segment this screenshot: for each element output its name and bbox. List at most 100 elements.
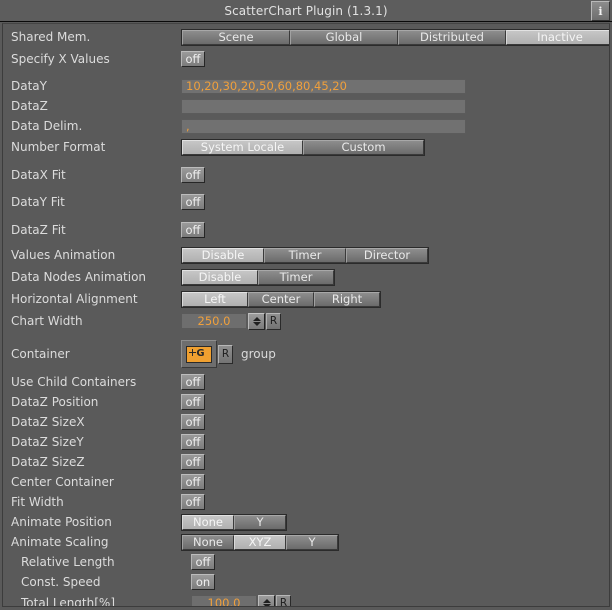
animate-position-segmented[interactable]: None Y <box>181 513 287 531</box>
data-z-sizey-toggle[interactable]: off <box>181 434 205 450</box>
total-length-stepper[interactable] <box>258 594 275 606</box>
data-nodes-animation-option-disable[interactable]: Disable <box>182 269 258 285</box>
row-const-speed: Const. Speed on <box>3 572 609 592</box>
animate-scaling-option-xyz[interactable]: XYZ <box>234 534 286 550</box>
row-number-format: Number Format System Locale Custom <box>3 136 609 158</box>
row-relative-length: Relative Length off <box>3 552 609 572</box>
chart-width-input[interactable]: 250.0 <box>181 313 247 329</box>
row-container: Container G R group <box>3 336 609 372</box>
data-z-input[interactable] <box>181 98 466 114</box>
label-data-y: DataY <box>11 79 47 93</box>
label-chart-width: Chart Width <box>11 314 83 328</box>
container-object-name: group <box>241 347 276 361</box>
const-speed-toggle[interactable]: on <box>191 574 215 590</box>
shared-mem-segmented[interactable]: Scene Global Distributed Inactive <box>181 28 609 46</box>
chevron-down-icon <box>252 321 261 326</box>
data-y-input[interactable]: 10,20,30,20,50,60,80,45,20 <box>181 78 466 94</box>
label-data-z-sizez: DataZ SizeZ <box>11 455 85 469</box>
row-total-length: Total Length[%] 100.0 R <box>3 592 609 606</box>
data-nodes-animation-option-timer[interactable]: Timer <box>258 269 334 285</box>
label-fit-width: Fit Width <box>11 495 64 509</box>
horizontal-alignment-option-right[interactable]: Right <box>314 291 380 307</box>
info-icon[interactable]: i <box>591 1 610 21</box>
animate-position-option-none[interactable]: None <box>182 514 234 530</box>
shared-mem-option-inactive[interactable]: Inactive <box>506 29 609 45</box>
label-container: Container <box>11 347 70 361</box>
animate-scaling-option-none[interactable]: None <box>182 534 234 550</box>
label-data-z-sizey: DataZ SizeY <box>11 435 84 449</box>
chart-width-stepper[interactable] <box>248 312 265 330</box>
row-data-z-sizex: DataZ SizeX off <box>3 412 609 432</box>
chevron-up-icon <box>262 598 271 603</box>
specify-x-values-toggle[interactable]: off <box>181 51 205 67</box>
container-reset-button[interactable]: R <box>218 344 233 364</box>
label-data-delim: Data Delim. <box>11 119 83 133</box>
chevron-up-icon <box>252 316 261 321</box>
row-data-z-position: DataZ Position off <box>3 392 609 412</box>
horizontal-alignment-option-center[interactable]: Center <box>248 291 314 307</box>
chevron-down-icon <box>262 603 271 606</box>
row-data-y-fit: DataY Fit off <box>3 188 609 216</box>
fit-width-toggle[interactable]: off <box>181 494 205 510</box>
horizontal-alignment-segmented[interactable]: Left Center Right <box>181 290 381 308</box>
chart-width-reset-button[interactable]: R <box>266 312 281 330</box>
values-animation-option-disable[interactable]: Disable <box>182 247 264 263</box>
label-relative-length: Relative Length <box>21 555 115 569</box>
label-data-z-sizex: DataZ SizeX <box>11 415 85 429</box>
container-link-field[interactable]: G R group <box>181 340 276 368</box>
group-object-icon: G <box>186 345 212 363</box>
horizontal-alignment-option-left[interactable]: Left <box>182 291 248 307</box>
number-format-option-system-locale[interactable]: System Locale <box>182 139 303 155</box>
shared-mem-option-distributed[interactable]: Distributed <box>398 29 506 45</box>
values-animation-option-director[interactable]: Director <box>346 247 428 263</box>
animate-scaling-option-y[interactable]: Y <box>286 534 338 550</box>
data-y-fit-toggle[interactable]: off <box>181 194 205 210</box>
row-data-nodes-animation: Data Nodes Animation Disable Timer <box>3 266 609 288</box>
plus-icon <box>189 348 196 356</box>
row-specify-x-values: Specify X Values off <box>3 48 609 70</box>
animate-scaling-segmented[interactable]: None XYZ Y <box>181 533 339 551</box>
row-data-z: DataZ <box>3 96 609 116</box>
row-data-z-fit: DataZ Fit off <box>3 216 609 244</box>
animate-position-option-y[interactable]: Y <box>234 514 286 530</box>
label-data-nodes-animation: Data Nodes Animation <box>11 270 147 284</box>
data-z-sizez-toggle[interactable]: off <box>181 454 205 470</box>
data-z-position-toggle[interactable]: off <box>181 394 205 410</box>
row-shared-mem: Shared Mem. Scene Global Distributed Ina… <box>3 26 609 48</box>
row-values-animation: Values Animation Disable Timer Director <box>3 244 609 266</box>
use-child-containers-toggle[interactable]: off <box>181 374 205 390</box>
row-animate-scaling: Animate Scaling None XYZ Y <box>3 532 609 552</box>
row-horizontal-alignment: Horizontal Alignment Left Center Right <box>3 288 609 310</box>
number-format-segmented[interactable]: System Locale Custom <box>181 138 425 156</box>
data-z-fit-toggle[interactable]: off <box>181 222 205 238</box>
label-specify-x-values: Specify X Values <box>11 52 110 66</box>
label-center-container: Center Container <box>11 475 114 489</box>
row-center-container: Center Container off <box>3 472 609 492</box>
data-x-fit-toggle[interactable]: off <box>181 167 205 183</box>
row-animate-position: Animate Position None Y <box>3 512 609 532</box>
shared-mem-option-scene[interactable]: Scene <box>182 29 290 45</box>
data-nodes-animation-segmented[interactable]: Disable Timer <box>181 268 335 286</box>
data-delim-input[interactable]: , <box>181 118 466 134</box>
row-data-z-sizez: DataZ SizeZ off <box>3 452 609 472</box>
label-use-child-containers: Use Child Containers <box>11 375 137 389</box>
total-length-input[interactable]: 100.0 <box>191 595 257 606</box>
total-length-reset-button[interactable]: R <box>276 594 291 606</box>
container-object-slot[interactable]: G <box>181 340 217 368</box>
shared-mem-option-global[interactable]: Global <box>290 29 398 45</box>
relative-length-toggle[interactable]: off <box>191 554 215 570</box>
group-icon-letter: G <box>196 348 205 359</box>
label-values-animation: Values Animation <box>11 248 116 262</box>
label-data-z-fit: DataZ Fit <box>11 223 66 237</box>
row-data-delim: Data Delim. , <box>3 116 609 136</box>
title-bar: ScatterChart Plugin (1.3.1) i <box>0 0 612 22</box>
label-number-format: Number Format <box>11 140 106 154</box>
values-animation-segmented[interactable]: Disable Timer Director <box>181 246 429 264</box>
label-const-speed: Const. Speed <box>21 575 101 589</box>
window-title: ScatterChart Plugin (1.3.1) <box>224 3 388 18</box>
settings-rows: Shared Mem. Scene Global Distributed Ina… <box>3 24 609 606</box>
values-animation-option-timer[interactable]: Timer <box>264 247 346 263</box>
number-format-option-custom[interactable]: Custom <box>303 139 424 155</box>
center-container-toggle[interactable]: off <box>181 474 205 490</box>
data-z-sizex-toggle[interactable]: off <box>181 414 205 430</box>
